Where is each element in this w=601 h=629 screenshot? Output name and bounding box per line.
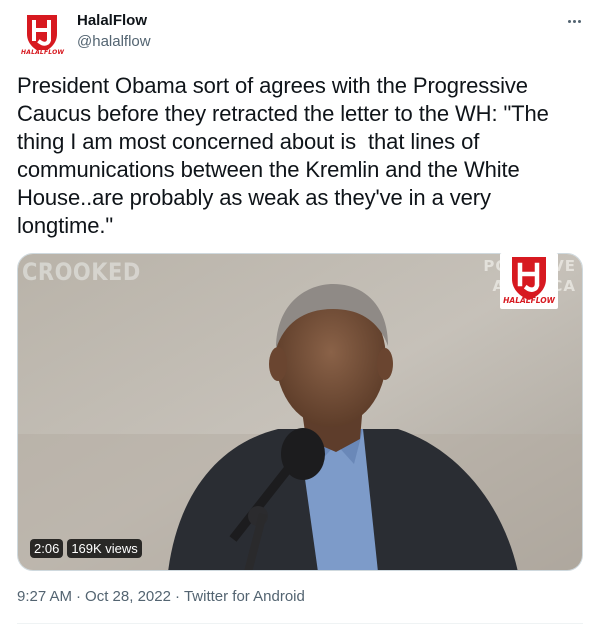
halalflow-video-logo: HALALFLOW [500, 253, 558, 309]
tweet-date-link[interactable]: Oct 28, 2022 [85, 588, 171, 605]
video-views: 169K views [67, 539, 142, 558]
crooked-watermark: CROOKED [22, 258, 141, 286]
meta-separator: · [174, 588, 180, 605]
video-player[interactable]: CROOKED POD SAVE AMERICA 2:06 169K views [17, 253, 583, 571]
tweet-source-link[interactable]: Twitter for Android [184, 588, 305, 605]
avatar-wordmark: HALALFLOW [21, 49, 65, 56]
tweet-card[interactable]: HALALFLOW HalalFlow @halalflow President… [0, 0, 601, 629]
tweet-meta: 9:27 AM · Oct 28, 2022 · Twitter for And… [17, 588, 305, 605]
divider [17, 623, 583, 624]
author-name[interactable]: HalalFlow [77, 12, 147, 29]
author-handle[interactable]: @halalflow [77, 33, 151, 50]
tweet-text: President Obama sort of agrees with the … [17, 73, 555, 238]
more-dots-icon[interactable] [560, 10, 588, 32]
video-duration: 2:06 [30, 539, 64, 558]
meta-separator: · [76, 588, 82, 605]
video-meta: 2:06 169K views [30, 539, 142, 558]
tweet-time-link[interactable]: 9:27 AM [17, 588, 72, 605]
video-logo-wordmark: HALALFLOW [503, 296, 555, 305]
author-avatar[interactable]: HALALFLOW [19, 12, 65, 58]
video-frame [18, 254, 582, 570]
